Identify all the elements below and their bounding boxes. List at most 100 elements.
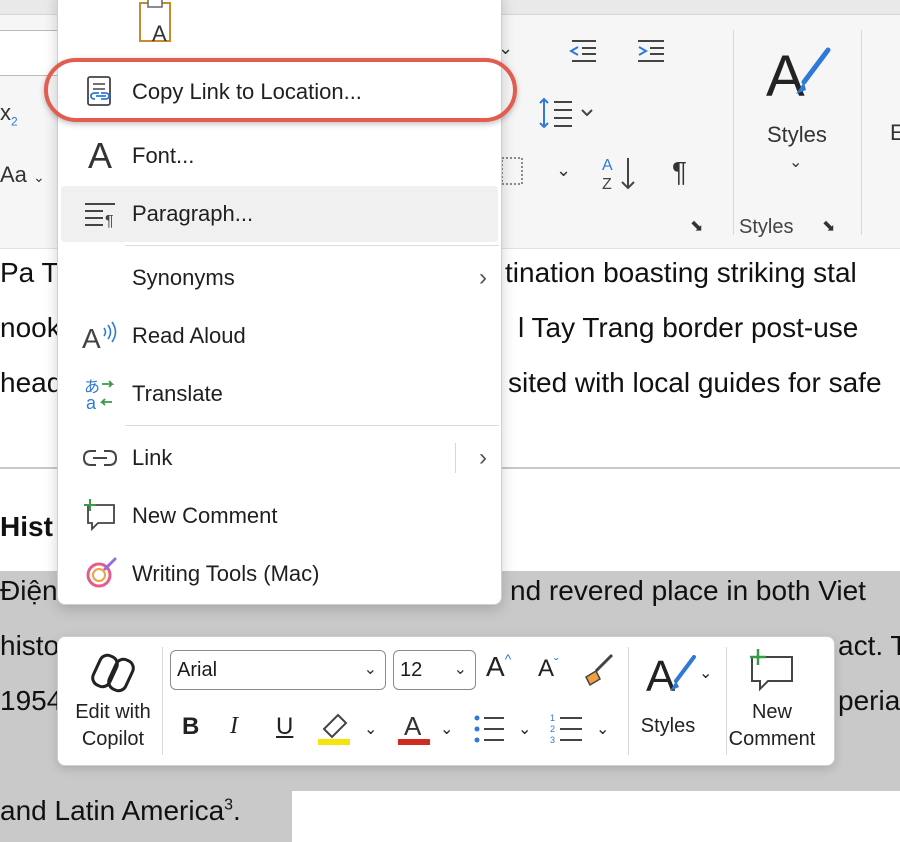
menu-item-label: New Comment — [132, 503, 278, 528]
doc-line: tination boasting striking stal — [505, 257, 857, 288]
edit-with-copilot-label[interactable]: Edit with Copilot — [68, 699, 158, 753]
menu-item-link[interactable]: Link › — [58, 430, 501, 486]
line-spacing-icon[interactable] — [538, 96, 594, 136]
svg-text:¶: ¶ — [105, 213, 114, 228]
editing-partial-label[interactable]: E — [890, 120, 900, 146]
svg-text:A: A — [766, 44, 805, 109]
font-color-button[interactable]: A — [396, 711, 432, 754]
doc-line: l Tay Trang border post-use — [518, 312, 859, 343]
doc-line: peria — [838, 685, 900, 716]
highlight-color-button[interactable] — [316, 711, 352, 754]
underline-button[interactable]: U — [276, 713, 293, 741]
doc-line: nook — [0, 312, 61, 343]
styles-button-label[interactable]: Styles — [767, 122, 827, 148]
doc-line: histo — [0, 630, 60, 661]
split-divider — [455, 443, 456, 473]
menu-separator — [125, 425, 499, 426]
menu-item-label: Font... — [132, 143, 195, 168]
styles-dialog-launcher-icon[interactable]: ⬊ — [822, 216, 835, 236]
subscript-button[interactable]: x2 — [0, 100, 18, 128]
italic-button[interactable]: I — [230, 713, 238, 740]
font-color-dropdown-icon[interactable]: ⌄ — [440, 719, 453, 739]
styles-icon[interactable]: A — [646, 651, 698, 706]
doc-line: act. T — [838, 630, 900, 661]
new-comment-icon[interactable] — [746, 649, 796, 700]
borders-dropdown-icon[interactable]: ⌄ — [556, 160, 571, 181]
menu-item-label: Translate — [132, 381, 223, 406]
svg-text:Z: Z — [602, 176, 612, 192]
font-icon: A — [87, 135, 112, 176]
change-case-button[interactable]: Aa ⌄ — [0, 162, 45, 188]
font-size-select[interactable]: 12 ⌄ — [393, 650, 476, 690]
svg-text:a: a — [86, 393, 97, 412]
read-aloud-icon: A — [82, 318, 118, 354]
decrease-indent-icon[interactable] — [568, 38, 598, 70]
paragraph-dialog-launcher-icon[interactable]: ⬊ — [690, 216, 703, 236]
bullets-dropdown-icon[interactable]: ⌄ — [518, 719, 531, 739]
copilot-icon[interactable] — [86, 651, 142, 695]
svg-text:A: A — [82, 323, 101, 352]
annotation-highlight-ring — [44, 58, 517, 122]
doc-line: head — [0, 367, 63, 398]
section-heading: Hist — [0, 511, 53, 542]
highlight-dropdown-icon[interactable]: ⌄ — [364, 719, 377, 739]
doc-line: nd revered place in both Viet — [510, 575, 866, 606]
font-name-select[interactable]: Arial ⌄ — [170, 650, 386, 690]
svg-text:A: A — [602, 157, 613, 174]
paragraph-icon: ¶ — [82, 196, 118, 232]
menu-item-label: Synonyms — [132, 265, 235, 290]
format-painter-icon[interactable] — [582, 653, 616, 694]
menu-item-new-comment[interactable]: New Comment — [58, 488, 501, 544]
shrink-font-icon[interactable]: Aˇ — [538, 655, 559, 683]
svg-text:1: 1 — [550, 713, 555, 723]
floating-mini-toolbar: Edit with Copilot Arial ⌄ 12 ⌄ A^ Aˇ B I U … — [57, 636, 835, 766]
bullets-icon[interactable] — [472, 711, 508, 754]
menu-item-label: Link — [132, 445, 173, 470]
doc-line: and Latin America3. — [0, 795, 241, 826]
styles-label[interactable]: Styles — [636, 713, 700, 740]
sort-icon[interactable]: AZ — [600, 154, 640, 198]
new-comment-icon — [82, 498, 118, 534]
toolbar-divider — [628, 647, 629, 755]
menu-item-read-aloud[interactable]: A Read Aloud — [58, 308, 501, 364]
doc-line: Điện — [0, 575, 58, 606]
svg-text:A: A — [152, 21, 167, 45]
bold-button[interactable]: B — [182, 713, 199, 741]
doc-line: Pa T — [0, 257, 59, 288]
ribbon-group-divider — [861, 30, 862, 235]
menu-item-writing-tools[interactable]: Writing Tools (Mac) — [58, 546, 501, 602]
translate-icon: あa — [82, 376, 118, 412]
svg-text:A: A — [404, 711, 422, 741]
menu-item-translate[interactable]: あa Translate — [58, 366, 501, 422]
paste-keep-text-only-icon[interactable]: A — [138, 0, 178, 50]
svg-text:2: 2 — [550, 724, 555, 734]
show-formatting-marks-button[interactable]: ¶ — [672, 156, 687, 188]
doc-line: 1954 — [0, 685, 63, 716]
toolbar-divider — [162, 647, 163, 755]
submenu-chevron-icon: › — [479, 264, 487, 291]
svg-text:A: A — [646, 652, 676, 699]
styles-group-label: Styles — [739, 216, 794, 238]
ribbon-group-divider — [733, 30, 734, 235]
numbering-dropdown-icon[interactable]: ⌄ — [596, 719, 609, 739]
menu-item-font[interactable]: A Font... — [58, 128, 501, 184]
menu-item-paragraph[interactable]: ¶ Paragraph... — [61, 186, 498, 242]
styles-icon[interactable]: A — [764, 44, 834, 116]
menu-item-synonyms[interactable]: Synonyms › — [58, 250, 501, 306]
menu-item-label: Read Aloud — [132, 323, 246, 348]
borders-icon[interactable] — [500, 156, 526, 192]
writing-tools-icon — [82, 556, 118, 592]
menu-item-label: Paragraph... — [132, 201, 254, 226]
increase-indent-icon[interactable] — [636, 38, 666, 70]
menu-separator — [125, 245, 499, 246]
link-icon — [82, 440, 118, 476]
numbering-icon[interactable]: 123 — [550, 711, 586, 754]
new-comment-label[interactable]: New Comment — [722, 699, 822, 753]
svg-text:3: 3 — [550, 735, 555, 745]
submenu-chevron-icon[interactable]: › — [479, 444, 487, 472]
styles-dropdown-icon[interactable]: ⌄ — [699, 663, 712, 683]
menu-item-label: Writing Tools (Mac) — [132, 561, 320, 586]
grow-font-icon[interactable]: A^ — [486, 651, 511, 683]
doc-line: sited with local guides for safe — [508, 367, 882, 398]
styles-dropdown-icon[interactable]: ⌄ — [789, 152, 802, 172]
